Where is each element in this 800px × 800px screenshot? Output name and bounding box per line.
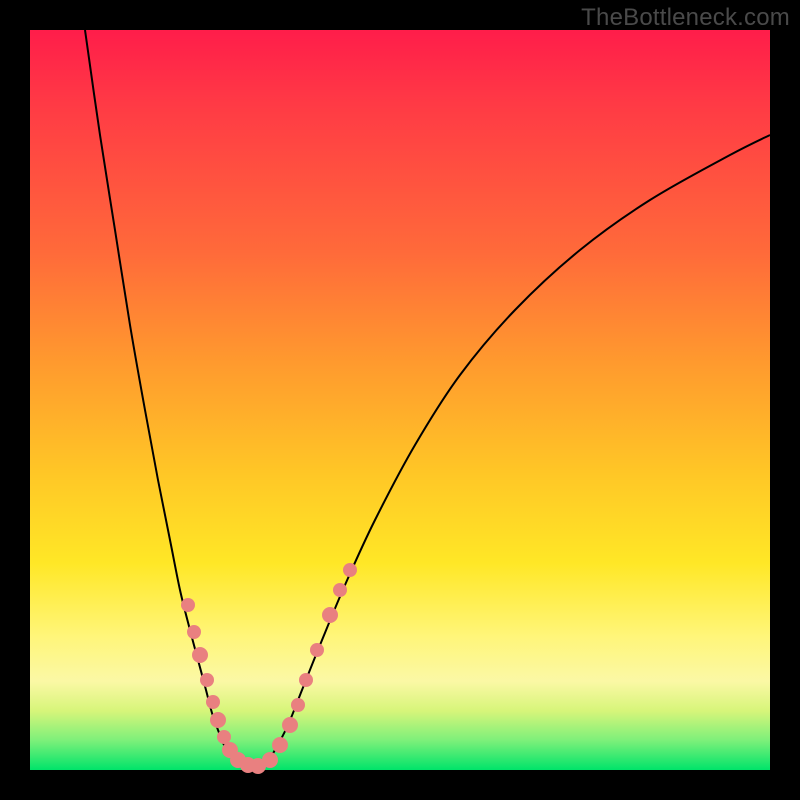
data-marker bbox=[206, 695, 220, 709]
data-marker bbox=[192, 647, 208, 663]
bottleneck-curve bbox=[85, 30, 770, 767]
data-marker bbox=[217, 730, 231, 744]
plot-area bbox=[30, 30, 770, 770]
data-marker bbox=[181, 598, 195, 612]
data-marker bbox=[299, 673, 313, 687]
data-marker bbox=[333, 583, 347, 597]
marker-group bbox=[181, 563, 357, 774]
data-marker bbox=[187, 625, 201, 639]
data-marker bbox=[282, 717, 298, 733]
data-marker bbox=[291, 698, 305, 712]
data-marker bbox=[343, 563, 357, 577]
data-marker bbox=[310, 643, 324, 657]
data-marker bbox=[322, 607, 338, 623]
data-marker bbox=[210, 712, 226, 728]
data-marker bbox=[262, 752, 278, 768]
chart-svg bbox=[30, 30, 770, 770]
chart-frame: TheBottleneck.com bbox=[0, 0, 800, 800]
data-marker bbox=[272, 737, 288, 753]
watermark-text: TheBottleneck.com bbox=[581, 4, 790, 32]
data-marker bbox=[200, 673, 214, 687]
